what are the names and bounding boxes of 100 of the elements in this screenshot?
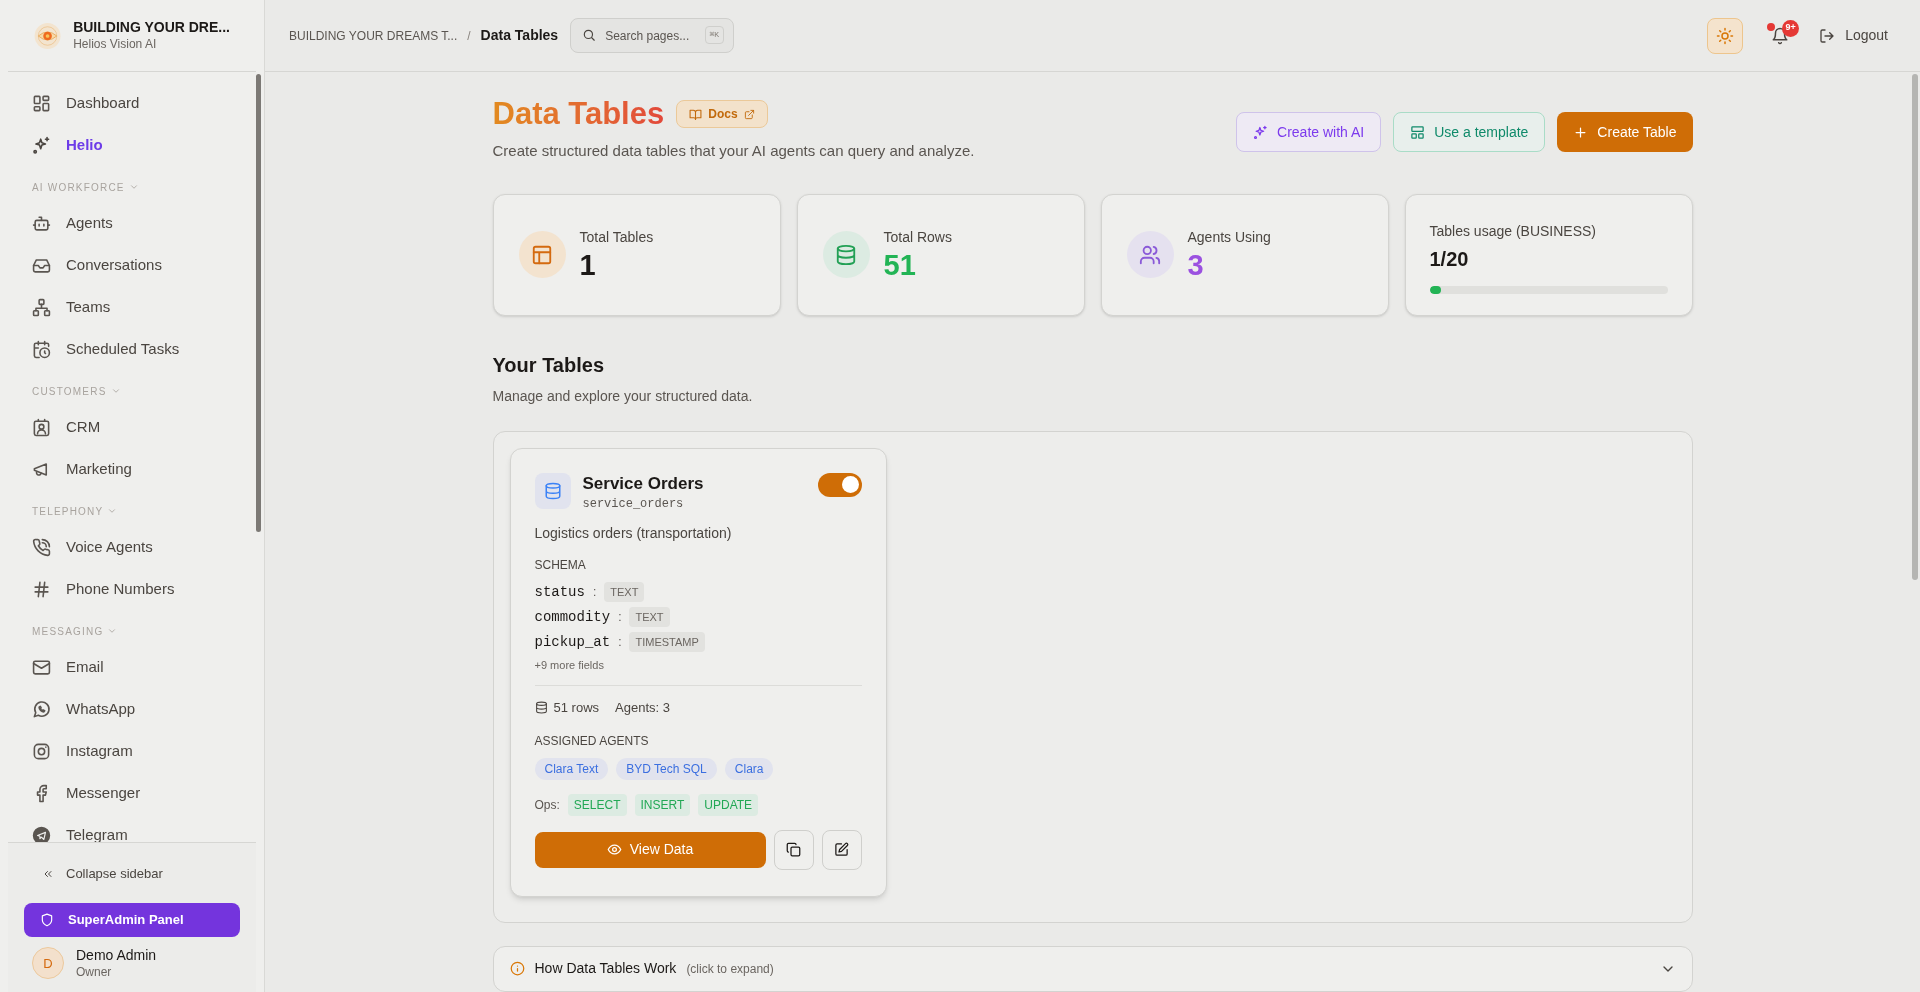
chevron-down-icon (128, 182, 139, 192)
agent-count: Agents: 3 (615, 699, 670, 717)
double-chevron-left-icon (42, 868, 54, 880)
sidebar-item[interactable]: Teams (32, 286, 232, 328)
stat-value: 3 (1187, 248, 1205, 282)
edit-button[interactable] (821, 829, 862, 870)
calendar-clock-icon (32, 339, 51, 359)
mail-icon (32, 657, 51, 677)
field-name: commodity (534, 607, 611, 627)
collapse-sidebar-button[interactable]: Collapse sidebar (24, 859, 240, 889)
info-accordion[interactable]: How Data Tables Work (click to expand) (492, 945, 1693, 992)
user-name: Demo Admin (76, 947, 157, 965)
notification-button[interactable]: 9+ (1763, 18, 1798, 53)
sidebar-item[interactable]: Marketing (32, 448, 232, 490)
sidebar-item[interactable]: Phone Numbers (32, 568, 232, 610)
use-template-button[interactable]: Use a template (1393, 112, 1546, 152)
external-link-icon (743, 108, 755, 120)
grid-icon (32, 93, 51, 113)
sparkle-icon (1253, 124, 1269, 140)
field-type-tag: TEXT (604, 581, 645, 603)
edit-icon (834, 842, 849, 857)
stat-value: 1 (579, 248, 597, 282)
sidebar-item[interactable]: Conversations (32, 244, 232, 286)
assigned-agents-label: ASSIGNED AGENTS (534, 732, 650, 750)
chevron-down-icon (107, 506, 118, 516)
stat-value: 1/20 (1429, 246, 1470, 272)
breadcrumb-separator: / (467, 27, 471, 45)
field-separator: : (618, 609, 622, 626)
field-separator: : (592, 584, 597, 601)
more-fields-text: +9 more fields (534, 657, 605, 673)
sidebar-item[interactable]: Instagram (32, 730, 232, 772)
table-name: Service Orders (582, 472, 705, 495)
superadmin-panel-button[interactable]: SuperAdmin Panel (24, 903, 240, 937)
stat-label: Total Rows (883, 228, 952, 247)
org-subtitle: Helios Vision AI (73, 36, 158, 52)
sidebar-item[interactable]: Scheduled Tasks (32, 328, 232, 370)
sidebar-item[interactable]: CRM (32, 406, 232, 448)
agent-tag: Clara (724, 757, 774, 780)
create-with-ai-button[interactable]: Create with AI (1236, 112, 1382, 152)
sidebar-item[interactable]: Helio (32, 124, 232, 166)
users-icon (1139, 243, 1161, 266)
database-icon (543, 481, 562, 500)
user-role: Owner (76, 964, 113, 980)
info-icon (509, 961, 525, 976)
agent-tag: Clara Text (534, 757, 609, 780)
theme-toggle-button[interactable] (1707, 17, 1744, 54)
sparkle-icon (32, 135, 51, 155)
copy-icon (786, 842, 801, 857)
hierarchy-icon (32, 297, 51, 317)
sidebar-item[interactable]: WhatsApp (32, 688, 232, 730)
stat-label: Tables usage (BUSINESS) (1429, 221, 1598, 241)
field-type-tag: TEXT (629, 606, 670, 628)
sidebar-item[interactable]: Email (32, 646, 232, 688)
operation-tag: SELECT (567, 793, 627, 816)
shield-icon (40, 913, 54, 927)
sidebar-item[interactable]: Messenger (32, 772, 232, 814)
chevron-down-icon (107, 626, 118, 636)
hash-icon (32, 579, 51, 599)
search-icon (582, 28, 597, 42)
sidebar-item[interactable]: Voice Agents (32, 526, 232, 568)
field-separator: : (618, 634, 622, 651)
org-name: BUILDING YOUR DRE... (73, 19, 230, 37)
robot-icon (32, 213, 51, 233)
field-name: pickup_at (534, 632, 611, 652)
layout-icon (1410, 124, 1426, 140)
phone-icon (32, 537, 51, 557)
copy-button[interactable] (773, 829, 814, 870)
agent-tag: BYD Tech SQL (616, 757, 717, 780)
database-icon (534, 701, 548, 715)
ops-label: Ops: (534, 796, 560, 814)
field-type-tag: TIMESTAMP (629, 631, 705, 653)
stat-value: 51 (883, 248, 917, 282)
chat-phone-icon (32, 699, 51, 719)
row-count: 51 rows (553, 699, 600, 717)
scrollbar[interactable] (1912, 74, 1918, 580)
sidebar-item[interactable]: Agents (32, 202, 232, 244)
table-icon (531, 243, 553, 266)
scrollbar[interactable] (256, 74, 261, 532)
sidebar-item[interactable]: Dashboard (32, 82, 232, 124)
plus-icon (1573, 124, 1589, 140)
section-title: Your Tables (492, 352, 605, 378)
database-icon (835, 243, 857, 266)
create-table-button[interactable]: Create Table (1557, 112, 1693, 152)
schema-label: SCHEMA (534, 556, 587, 574)
chevron-down-icon (110, 386, 121, 396)
operation-tag: INSERT (634, 793, 691, 816)
camera-icon (32, 741, 51, 761)
page-subtitle: Create structured data tables that your AI agents can query and analyze. (492, 141, 975, 161)
toggle-switch[interactable] (817, 472, 862, 497)
view-data-button[interactable]: View Data (534, 831, 766, 868)
sun-icon (1716, 26, 1735, 45)
breadcrumb-current: Data Tables (480, 26, 559, 45)
notification-badge: 9+ (1782, 19, 1800, 37)
eye-icon (606, 842, 622, 857)
breadcrumb-link[interactable]: BUILDING YOUR DREAMS T... (289, 26, 458, 45)
shortcut-key: ⌘K (704, 26, 725, 44)
section-subtitle: Manage and explore your structured data. (492, 386, 754, 406)
logout-button[interactable]: Logout (1819, 25, 1888, 46)
logout-icon (1819, 27, 1836, 44)
stat-label: Total Tables (579, 228, 654, 247)
